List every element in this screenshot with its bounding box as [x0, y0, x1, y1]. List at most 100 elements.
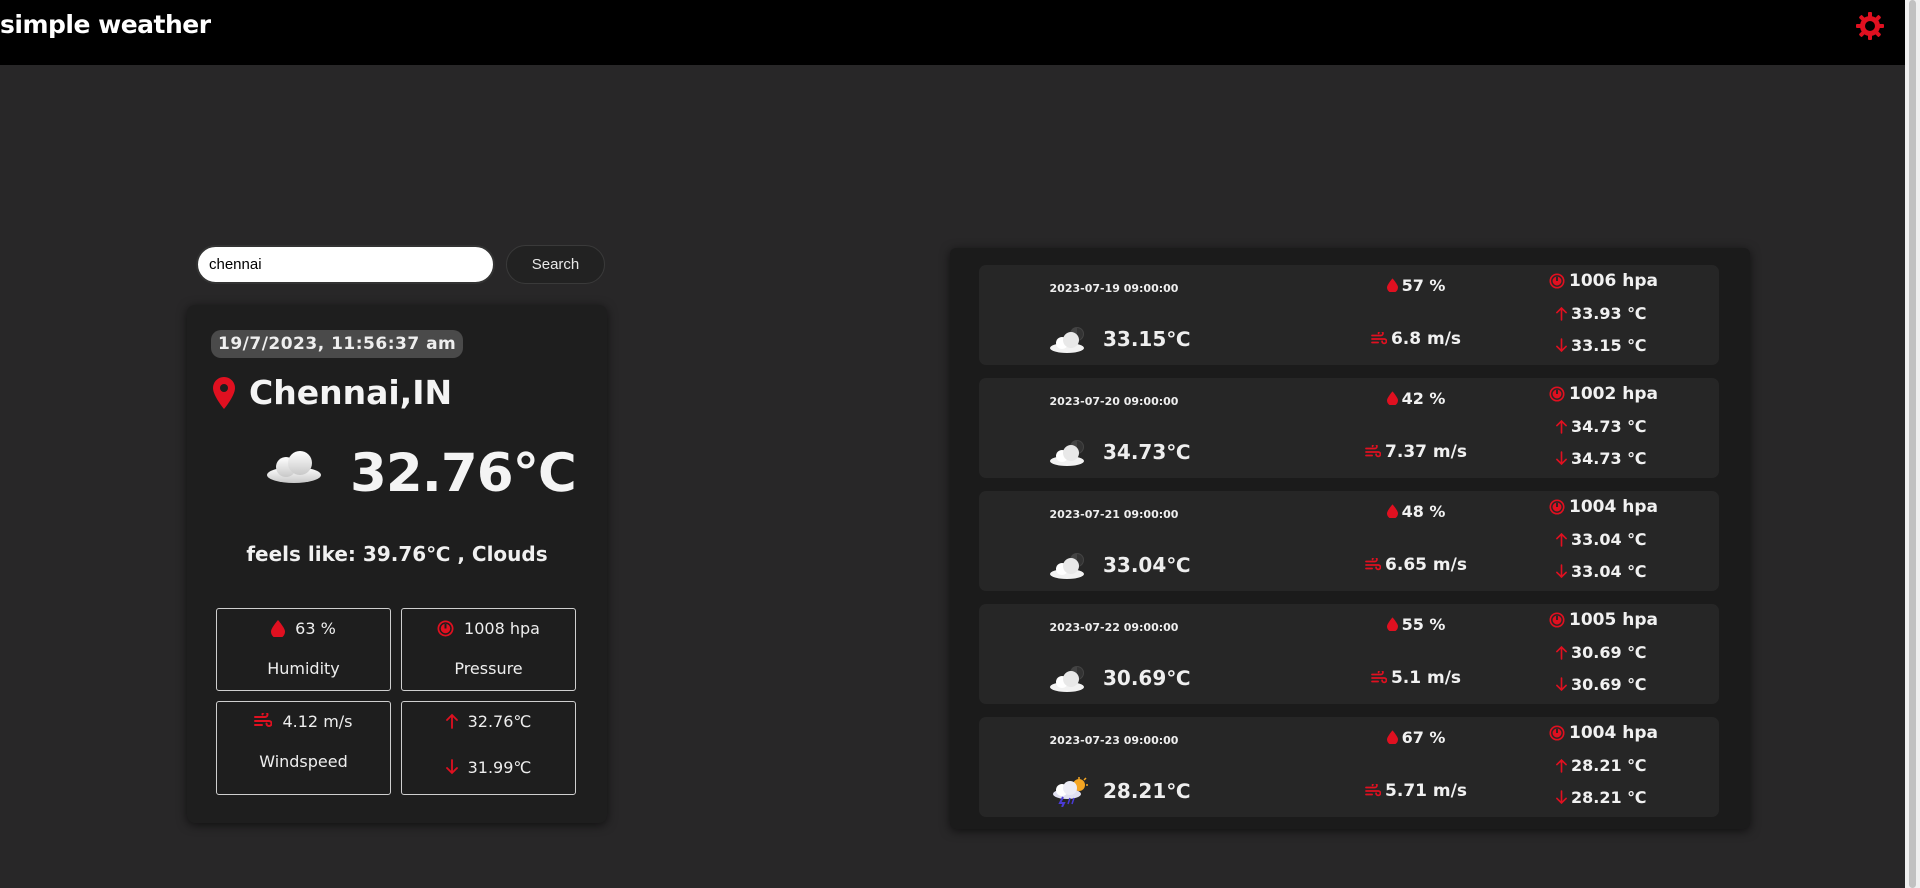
- forecast-date: 2023-07-22 09:00:00: [1049, 621, 1179, 634]
- pressure-value-row: 1008 hpa: [402, 617, 575, 639]
- current-temperature: 32.76℃: [350, 443, 577, 504]
- forecast-row: 2023-07-23 09:00:00 28.21℃ 67 % 5.71 m/s…: [979, 717, 1719, 817]
- forecast-pressure-value: 1004 hpa: [1569, 723, 1658, 743]
- forecast-wind: 5.1 m/s: [1326, 668, 1506, 688]
- forecast-date: 2023-07-23 09:00:00: [1049, 734, 1179, 747]
- forecast-pressure-value: 1002 hpa: [1569, 384, 1658, 404]
- forecast-humidity: 42 %: [1341, 388, 1491, 408]
- search-input[interactable]: chennai: [196, 245, 495, 284]
- search-input-value: chennai: [209, 256, 262, 273]
- wind-icon: [1371, 332, 1387, 345]
- cloud-icon: [267, 451, 321, 483]
- arrow-up-icon: [1556, 532, 1567, 547]
- forecast-max: 33.04 ℃: [1556, 529, 1647, 549]
- forecast-pressure-value: 1006 hpa: [1569, 271, 1658, 291]
- forecast-row: 2023-07-21 09:00:00 33.04℃ 48 % 6.65 m/s…: [979, 491, 1719, 591]
- forecast-min-value: 28.21 ℃: [1571, 787, 1647, 807]
- wind-icon: [1365, 558, 1382, 571]
- forecast-max: 33.93 ℃: [1556, 303, 1647, 323]
- scrollbar-thumb[interactable]: [1909, 0, 1916, 888]
- droplet-icon: [271, 619, 286, 637]
- arrow-down-icon: [1556, 450, 1567, 465]
- windspeed-value: 4.12 m/s: [282, 711, 353, 731]
- forecast-row: 2023-07-22 09:00:00 30.69℃ 55 % 5.1 m/s …: [979, 604, 1719, 704]
- forecast-min-value: 34.73 ℃: [1571, 448, 1647, 468]
- app-title: simple weather: [0, 10, 211, 39]
- forecast-wind: 5.71 m/s: [1326, 781, 1506, 801]
- forecast-pressure: 1004 hpa: [1549, 497, 1658, 517]
- arrow-up-icon: [1556, 306, 1567, 321]
- forecast-row: 2023-07-19 09:00:00 33.15℃ 57 % 6.8 m/s …: [979, 265, 1719, 365]
- current-weather-card: 19/7/2023, 11:56:37 am Chennai,IN 32.76℃…: [187, 305, 607, 823]
- arrow-up-icon: [1556, 419, 1567, 434]
- arrow-up-icon: [1556, 758, 1567, 773]
- forecast-wind: 6.8 m/s: [1326, 329, 1506, 349]
- pressure-value: 1008 hpa: [464, 618, 540, 638]
- forecast-wind: 6.65 m/s: [1326, 555, 1506, 575]
- forecast-max: 30.69 ℃: [1556, 642, 1647, 662]
- temp-range-box: 32.76℃ 31.99℃: [401, 701, 576, 795]
- cloud-sun-icon: [1050, 440, 1084, 466]
- forecast-date: 2023-07-19 09:00:00: [1049, 282, 1179, 295]
- forecast-humidity: 57 %: [1341, 275, 1491, 295]
- forecast-temperature: 34.73℃: [1103, 440, 1191, 464]
- humidity-label: Humidity: [267, 658, 340, 678]
- forecast-max: 34.73 ℃: [1556, 416, 1647, 436]
- forecast-min-value: 33.15 ℃: [1571, 335, 1647, 355]
- arrow-up-icon: [1556, 645, 1567, 660]
- forecast-max: 28.21 ℃: [1556, 755, 1647, 775]
- forecast-wind-value: 5.1 m/s: [1390, 668, 1462, 688]
- forecast-temperature: 33.15℃: [1103, 327, 1191, 351]
- arrow-down-icon: [1556, 789, 1567, 804]
- forecast-row: 2023-07-20 09:00:00 34.73℃ 42 % 7.37 m/s…: [979, 378, 1719, 478]
- pressure-label: Pressure: [454, 658, 523, 678]
- arrow-down-icon: [1556, 563, 1567, 578]
- droplet-icon: [1386, 504, 1398, 518]
- windspeed-value-row: 4.12 m/s: [217, 710, 390, 732]
- wind-icon: [1365, 784, 1382, 797]
- forecast-temperature: 30.69℃: [1103, 666, 1191, 690]
- page-scrollbar[interactable]: [1905, 0, 1920, 888]
- gear-icon[interactable]: [1854, 10, 1886, 42]
- forecast-humidity-value: 57 %: [1401, 275, 1446, 295]
- forecast-date: 2023-07-21 09:00:00: [1049, 508, 1179, 521]
- forecast-humidity-value: 48 %: [1401, 501, 1446, 521]
- forecast-wind-value: 7.37 m/s: [1385, 442, 1467, 462]
- arrow-down-icon: [1556, 337, 1567, 352]
- city-name: Chennai,IN: [249, 373, 453, 412]
- forecast-min: 33.15 ℃: [1556, 335, 1647, 355]
- droplet-icon: [1386, 730, 1398, 744]
- gauge-icon: [1549, 612, 1565, 628]
- cloud-sun-icon: [1050, 553, 1084, 579]
- gauge-icon: [1549, 499, 1565, 515]
- forecast-max-value: 34.73 ℃: [1571, 416, 1647, 436]
- humidity-value-row: 63 %: [217, 617, 390, 639]
- temp-max-value: 32.76℃: [467, 711, 532, 731]
- forecast-wind-value: 5.71 m/s: [1385, 781, 1467, 801]
- forecast-humidity: 55 %: [1341, 614, 1491, 634]
- forecast-min: 33.04 ℃: [1556, 561, 1647, 581]
- windspeed-box: 4.12 m/s Windspeed: [216, 701, 391, 795]
- location-pin-icon: [213, 376, 235, 409]
- pressure-box: 1008 hpa Pressure: [401, 608, 576, 691]
- forecast-pressure: 1002 hpa: [1549, 384, 1658, 404]
- forecast-min: 28.21 ℃: [1556, 787, 1647, 807]
- cloud-sun-icon: [1050, 327, 1084, 353]
- gauge-icon: [1549, 725, 1565, 741]
- forecast-min: 34.73 ℃: [1556, 448, 1647, 468]
- forecast-max-value: 33.93 ℃: [1571, 303, 1647, 323]
- forecast-wind-value: 6.8 m/s: [1390, 329, 1462, 349]
- droplet-icon: [1386, 278, 1398, 292]
- forecast-pressure-value: 1004 hpa: [1569, 497, 1658, 517]
- search-button[interactable]: Search: [506, 245, 605, 284]
- forecast-date: 2023-07-20 09:00:00: [1049, 395, 1179, 408]
- temp-min-row: 31.99℃: [402, 756, 575, 778]
- current-datetime: 19/7/2023, 11:56:37 am: [211, 330, 464, 358]
- windspeed-label: Windspeed: [259, 751, 348, 771]
- humidity-value: 63 %: [295, 618, 336, 638]
- forecast-wind: 7.37 m/s: [1326, 442, 1506, 462]
- arrow-up-icon: [445, 713, 458, 729]
- arrow-down-icon: [445, 759, 458, 775]
- forecast-humidity-value: 42 %: [1401, 388, 1446, 408]
- forecast-pressure: 1005 hpa: [1549, 610, 1658, 630]
